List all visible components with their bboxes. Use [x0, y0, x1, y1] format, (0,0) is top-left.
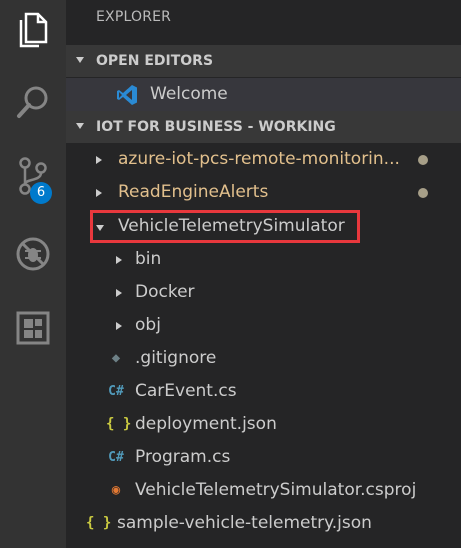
tree-item-label: bin [135, 249, 162, 269]
modified-dot-icon [418, 155, 428, 165]
modified-dot-icon [418, 188, 428, 198]
csharp-file-icon: C# [108, 450, 124, 465]
tree-item-label: .gitignore [135, 348, 217, 368]
search-icon[interactable] [0, 74, 66, 130]
git-icon: ◆ [111, 350, 121, 366]
tree-item-label: Docker [135, 282, 195, 302]
tree-item-folder[interactable]: obj [66, 309, 461, 342]
chevron-right-icon [96, 156, 102, 164]
tree-item-label: obj [135, 315, 161, 335]
chevron-right-icon [116, 256, 122, 264]
source-control-badge: 6 [30, 182, 52, 204]
rss-file-icon: ◉ [111, 482, 121, 498]
tree-item-file[interactable]: { } sample-vehicle-telemetry.json [66, 507, 461, 540]
tree-item-folder[interactable]: azure-iot-pcs-remote-monitorin... [66, 143, 461, 176]
workspace-label: IOT FOR BUSINESS - WORKING [96, 119, 336, 135]
tree-item-label: azure-iot-pcs-remote-monitorin... [118, 149, 400, 169]
debug-icon[interactable] [0, 226, 66, 282]
tree-item-label: deployment.json [135, 414, 277, 434]
tree-item-folder[interactable]: Docker [66, 276, 461, 309]
tree-item-folder[interactable]: bin [66, 243, 461, 276]
json-file-icon: { } [86, 515, 112, 531]
open-editors-label: OPEN EDITORS [96, 53, 214, 69]
extensions-icon[interactable] [0, 300, 66, 356]
highlight-annotation [90, 210, 360, 243]
activity-bar: 6 [0, 0, 66, 548]
workspace-header[interactable]: IOT FOR BUSINESS - WORKING [66, 111, 461, 143]
explorer-title: EXPLORER [96, 9, 172, 25]
tree-item-file[interactable]: { } deployment.json [66, 408, 461, 441]
chevron-right-icon [116, 322, 122, 330]
csharp-file-icon: C# [108, 384, 124, 399]
tree-item-label: Program.cs [135, 447, 231, 467]
open-editors-header[interactable]: OPEN EDITORS [66, 45, 461, 77]
files-icon[interactable] [0, 2, 66, 58]
tree-item-label: sample-vehicle-telemetry.json [117, 513, 372, 533]
tree-item-file[interactable]: ◉ VehicleTelemetrySimulator.csproj [66, 474, 461, 507]
chevron-down-icon [76, 123, 84, 129]
tree-item-label: VehicleTelemetrySimulator.csproj [135, 480, 417, 500]
tree-item-label: ReadEngineAlerts [118, 182, 269, 202]
chevron-down-icon [76, 57, 84, 63]
chevron-right-icon [96, 189, 102, 197]
explorer-sidebar: EXPLORER OPEN EDITORS Welcome IOT FOR BU… [66, 0, 461, 548]
tree-item-file[interactable]: C# Program.cs [66, 441, 461, 474]
tree-item-file[interactable]: C# CarEvent.cs [66, 375, 461, 408]
tree-item-label: CarEvent.cs [135, 381, 237, 401]
open-editor-welcome[interactable]: Welcome [66, 78, 461, 111]
tree-item-folder[interactable]: ReadEngineAlerts [66, 176, 461, 209]
chevron-right-icon [116, 289, 122, 297]
open-editor-label: Welcome [150, 84, 228, 104]
json-file-icon: { } [106, 416, 132, 432]
tree-item-file[interactable]: ◆ .gitignore [66, 342, 461, 375]
